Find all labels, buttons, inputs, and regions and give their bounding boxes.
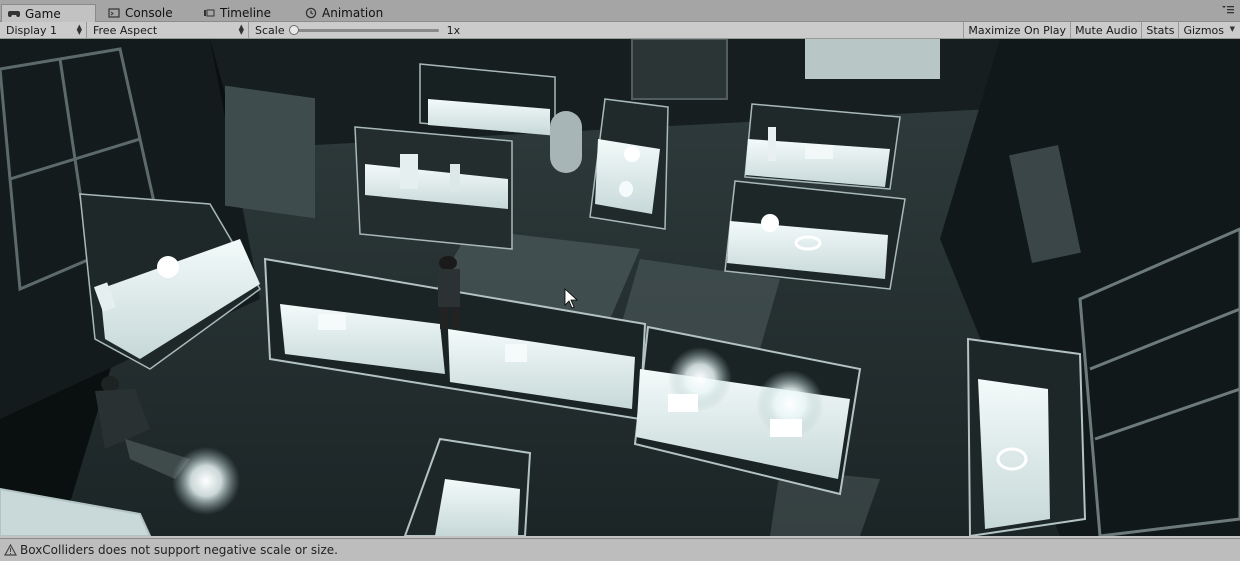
display-case bbox=[744, 103, 901, 190]
scale-label: Scale bbox=[255, 24, 285, 37]
tab-game-label: Game bbox=[25, 7, 61, 21]
tab-console[interactable]: Console bbox=[102, 3, 179, 22]
game-view-viewport[interactable] bbox=[0, 39, 1240, 536]
console-status-bar[interactable]: BoxColliders does not support negative s… bbox=[0, 538, 1240, 561]
scale-value: 1x bbox=[446, 24, 461, 37]
dropdown-arrow-icon: ▼ bbox=[1229, 25, 1235, 33]
display-case bbox=[966, 337, 1087, 536]
display-dropdown[interactable]: Display 1 ▲ ▼ bbox=[0, 22, 87, 39]
scale-slider-thumb[interactable] bbox=[288, 25, 299, 35]
timeline-icon bbox=[203, 7, 215, 19]
console-icon bbox=[108, 7, 120, 19]
display-case bbox=[354, 126, 513, 250]
tab-timeline[interactable]: Timeline bbox=[197, 3, 277, 22]
gizmos-dropdown[interactable]: Gizmos ▼ bbox=[1178, 22, 1240, 39]
flashlight-spot bbox=[172, 447, 240, 515]
tab-animation[interactable]: Animation bbox=[299, 3, 389, 22]
dropdown-arrows-icon: ▲ ▼ bbox=[76, 23, 82, 36]
display-dropdown-label: Display 1 bbox=[6, 24, 58, 37]
animation-clock-icon bbox=[305, 7, 317, 19]
maximize-on-play-button[interactable]: Maximize On Play bbox=[963, 22, 1070, 39]
tab-animation-label: Animation bbox=[322, 5, 384, 20]
tab-context-menu-icon[interactable] bbox=[1220, 4, 1236, 16]
mute-audio-button[interactable]: Mute Audio bbox=[1070, 22, 1141, 39]
scale-slider[interactable] bbox=[288, 25, 439, 35]
game-controller-icon bbox=[8, 8, 20, 20]
display-case bbox=[419, 63, 556, 136]
museum-scene-render bbox=[0, 39, 1240, 536]
status-message: BoxColliders does not support negative s… bbox=[20, 543, 338, 557]
gizmos-label: Gizmos bbox=[1183, 24, 1224, 37]
tab-timeline-label: Timeline bbox=[220, 5, 272, 20]
game-view-toolbar: Display 1 ▲ ▼ Free Aspect ▲ ▼ Scale 1x Max… bbox=[0, 22, 1240, 39]
tab-console-label: Console bbox=[125, 5, 173, 20]
tab-game[interactable]: Game bbox=[1, 4, 96, 23]
aspect-dropdown[interactable]: Free Aspect ▲ ▼ bbox=[87, 22, 249, 39]
stats-button[interactable]: Stats bbox=[1141, 22, 1178, 39]
display-case bbox=[724, 180, 906, 290]
dropdown-arrows-icon: ▲ ▼ bbox=[238, 23, 244, 36]
scale-control: Scale 1x bbox=[249, 22, 460, 39]
aspect-dropdown-label: Free Aspect bbox=[93, 24, 158, 37]
editor-tab-bar: Game Console Timeline Animation bbox=[0, 0, 1240, 23]
warning-triangle-icon bbox=[4, 544, 17, 556]
display-pedestal bbox=[550, 111, 582, 173]
